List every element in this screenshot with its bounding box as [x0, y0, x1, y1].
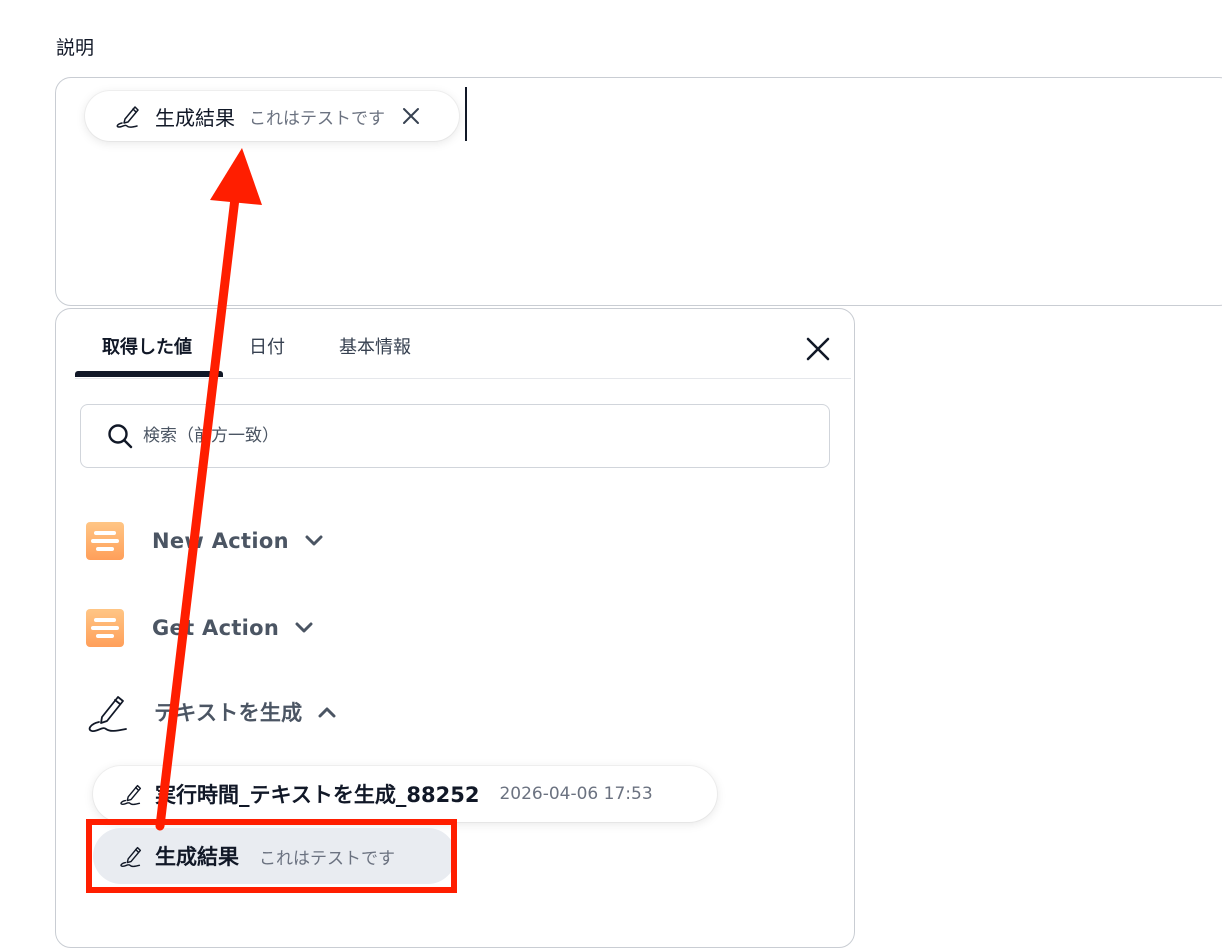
- tabs-divider: [75, 378, 851, 379]
- item-title: 生成結果: [155, 845, 239, 869]
- item-value: 2026-04-06 17:53: [499, 784, 653, 804]
- app-logo-icon: [86, 609, 124, 647]
- close-panel-button[interactable]: [802, 333, 834, 365]
- group-generate-text[interactable]: テキストを生成: [86, 691, 338, 733]
- group-get-action[interactable]: Get Action: [86, 607, 315, 649]
- pen-signature-icon: [117, 842, 145, 870]
- pen-signature-icon: [113, 101, 143, 131]
- tab-acquired-values[interactable]: 取得した値: [102, 333, 192, 359]
- text-caret: [465, 87, 467, 141]
- search-box: [80, 404, 830, 468]
- item-value: これはテストです: [259, 848, 395, 869]
- field-label: 説明: [56, 37, 95, 59]
- search-icon: [107, 423, 133, 449]
- search-input[interactable]: [141, 425, 745, 447]
- list-item-execution-time[interactable]: 実行時間_テキストを生成_88252 2026-04-06 17:53: [93, 766, 717, 822]
- variable-chip[interactable]: 生成結果 これはテストです: [85, 91, 459, 141]
- group-new-action[interactable]: New Action: [86, 520, 325, 562]
- active-tab-indicator: [75, 371, 223, 377]
- list-item-generated-result[interactable]: 生成結果 これはテストです: [93, 828, 456, 884]
- pen-signature-icon: [117, 780, 145, 808]
- close-icon[interactable]: [399, 104, 423, 128]
- pen-signature-icon: [86, 689, 128, 735]
- group-label: テキストを生成: [154, 701, 303, 725]
- variable-picker-panel: 取得した値 日付 基本情報 New Action: [55, 308, 855, 948]
- app-logo-icon: [86, 522, 124, 560]
- group-label: Get Action: [152, 616, 280, 640]
- chevron-up-icon: [316, 701, 338, 723]
- chevron-down-icon: [303, 530, 325, 552]
- chip-value: これはテストです: [249, 108, 385, 129]
- item-title: 実行時間_テキストを生成_88252: [155, 783, 480, 807]
- tab-basic-info[interactable]: 基本情報: [339, 333, 411, 359]
- chevron-down-icon: [293, 617, 315, 639]
- close-icon: [805, 336, 831, 362]
- tab-date[interactable]: 日付: [249, 333, 285, 359]
- chip-title: 生成結果: [155, 105, 235, 130]
- group-label: New Action: [152, 529, 289, 553]
